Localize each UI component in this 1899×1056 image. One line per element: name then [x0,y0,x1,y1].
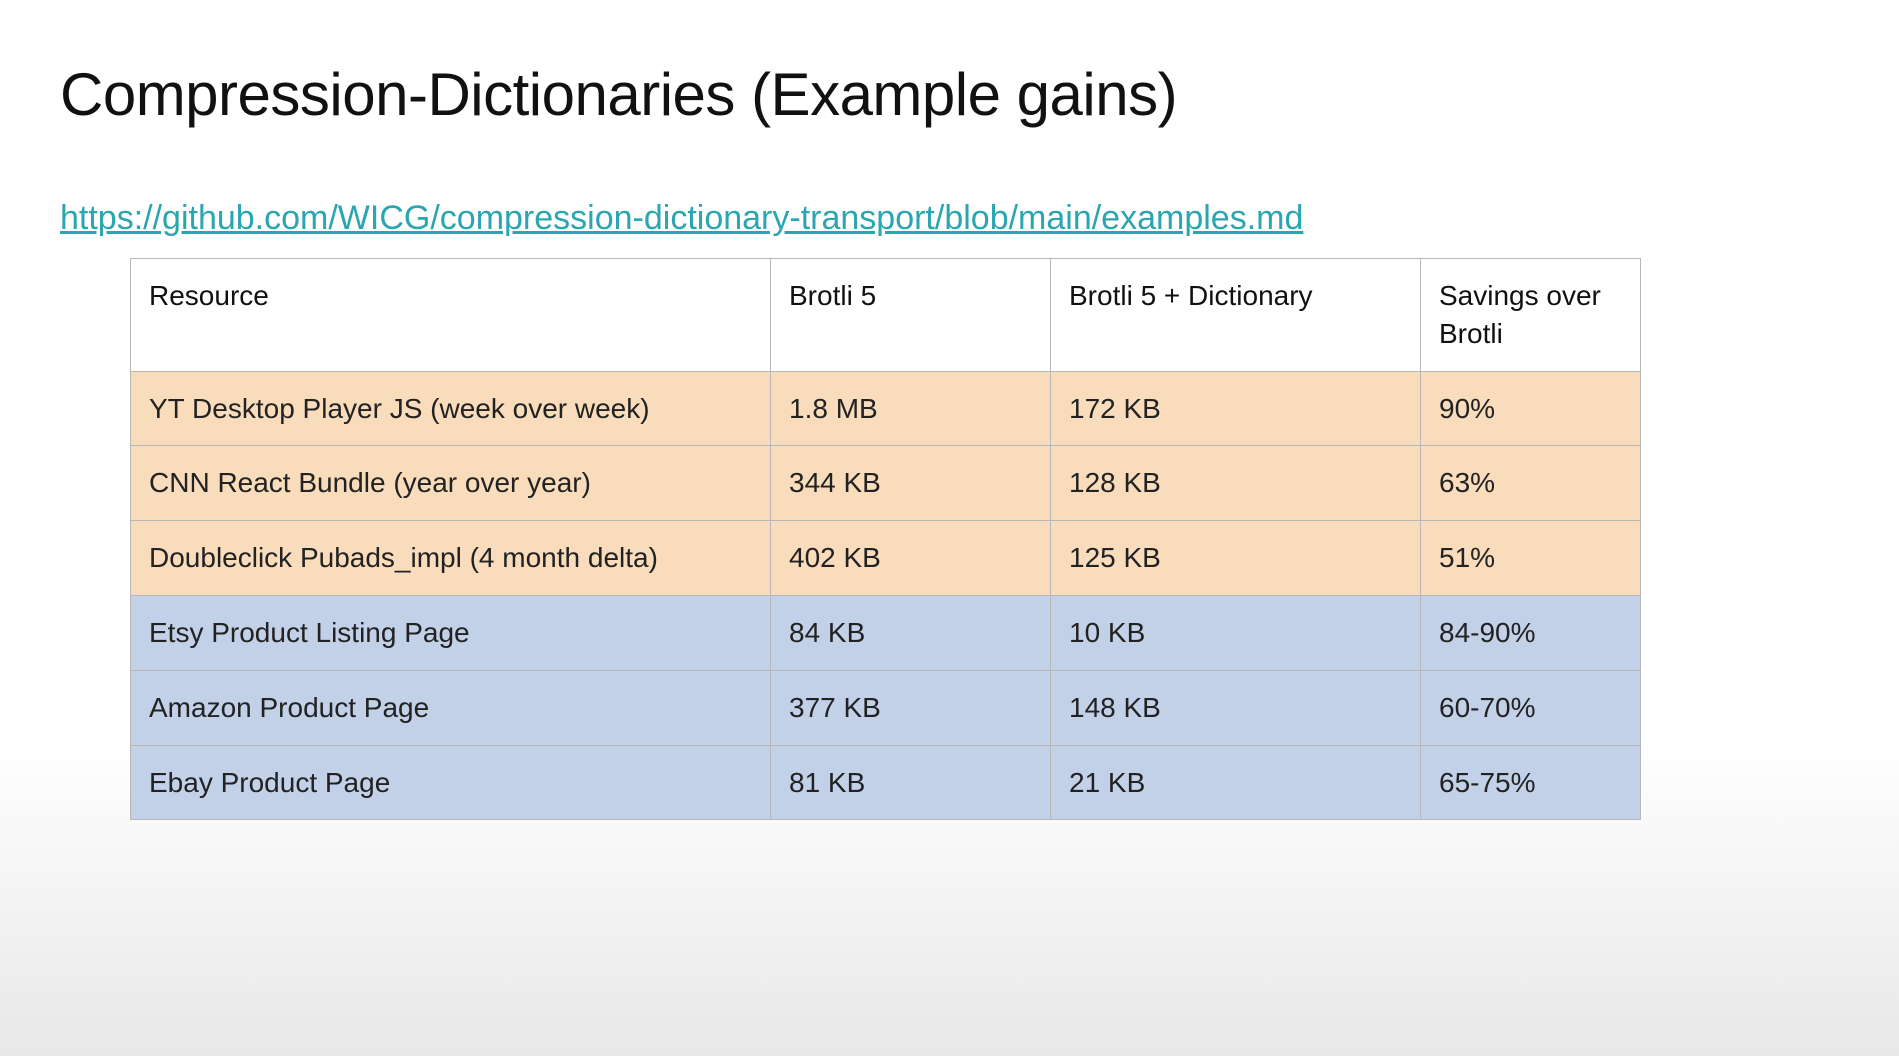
cell-brotli5_dict: 128 KB [1051,446,1421,521]
slide: Compression-Dictionaries (Example gains)… [0,0,1899,880]
cell-brotli5_dict: 125 KB [1051,521,1421,596]
cell-savings: 84-90% [1421,595,1641,670]
cell-resource: Ebay Product Page [131,745,771,820]
cell-brotli5: 1.8 MB [771,371,1051,446]
table-container: Resource Brotli 5 Brotli 5 + Dictionary … [130,258,1640,820]
table-row: Etsy Product Listing Page84 KB10 KB84-90… [131,595,1641,670]
cell-resource: Doubleclick Pubads_impl (4 month delta) [131,521,771,596]
table-row: Amazon Product Page377 KB148 KB60-70% [131,670,1641,745]
cell-brotli5: 377 KB [771,670,1051,745]
table-row: CNN React Bundle (year over year)344 KB1… [131,446,1641,521]
table-row: YT Desktop Player JS (week over week)1.8… [131,371,1641,446]
table-row: Ebay Product Page81 KB21 KB65-75% [131,745,1641,820]
cell-savings: 63% [1421,446,1641,521]
cell-brotli5_dict: 148 KB [1051,670,1421,745]
header-brotli-dict: Brotli 5 + Dictionary [1051,259,1421,372]
cell-savings: 60-70% [1421,670,1641,745]
cell-brotli5_dict: 21 KB [1051,745,1421,820]
table-header-row: Resource Brotli 5 Brotli 5 + Dictionary … [131,259,1641,372]
cell-savings: 51% [1421,521,1641,596]
header-brotli5: Brotli 5 [771,259,1051,372]
cell-savings: 65-75% [1421,745,1641,820]
cell-brotli5: 81 KB [771,745,1051,820]
cell-brotli5_dict: 10 KB [1051,595,1421,670]
cell-savings: 90% [1421,371,1641,446]
cell-resource: Etsy Product Listing Page [131,595,771,670]
cell-resource: Amazon Product Page [131,670,771,745]
compression-table: Resource Brotli 5 Brotli 5 + Dictionary … [130,258,1641,820]
reference-link[interactable]: https://github.com/WICG/compression-dict… [60,199,1303,238]
slide-title: Compression-Dictionaries (Example gains) [60,60,1839,129]
header-resource: Resource [131,259,771,372]
cell-brotli5: 402 KB [771,521,1051,596]
cell-resource: CNN React Bundle (year over year) [131,446,771,521]
table-row: Doubleclick Pubads_impl (4 month delta)4… [131,521,1641,596]
cell-brotli5_dict: 172 KB [1051,371,1421,446]
cell-brotli5: 84 KB [771,595,1051,670]
cell-brotli5: 344 KB [771,446,1051,521]
header-savings: Savings over Brotli [1421,259,1641,372]
cell-resource: YT Desktop Player JS (week over week) [131,371,771,446]
